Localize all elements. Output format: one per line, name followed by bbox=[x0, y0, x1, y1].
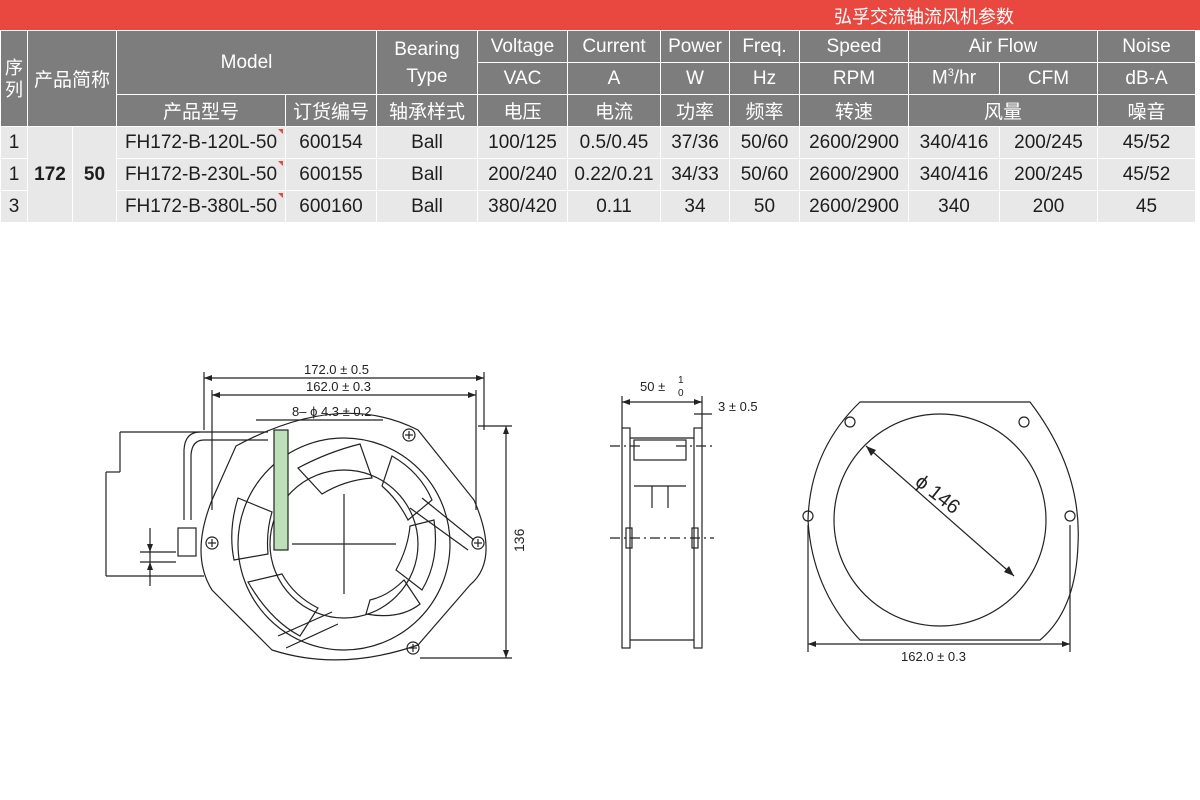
unit-hz: Hz bbox=[729, 62, 800, 95]
dim-depth-lower: 0 bbox=[678, 388, 684, 399]
table-row: 3 FH172-B-380L-50 600160 Ball 380/420 0.… bbox=[0, 190, 1196, 223]
row-m3hr: 340/416 bbox=[908, 158, 1000, 191]
cn-freq: 频率 bbox=[729, 94, 800, 127]
dim-bottom-pitch: 162.0 ± 0.3 bbox=[901, 649, 966, 664]
unit-rpm: RPM bbox=[799, 62, 909, 95]
header-freq: Freq. bbox=[729, 30, 800, 63]
row-m3hr: 340 bbox=[908, 190, 1000, 223]
header-seq: 序列 bbox=[0, 30, 28, 127]
table-title: 弘孚交流轴流风机参数 bbox=[834, 7, 1014, 27]
row-current: 0.5/0.45 bbox=[567, 126, 661, 159]
fan-back-view bbox=[802, 401, 1079, 652]
row-noise: 45 bbox=[1097, 190, 1196, 223]
table-row: 1 172 50 FH172-B-120L-50 600154 Ball 100… bbox=[0, 126, 1196, 223]
row-current: 0.22/0.21 bbox=[567, 158, 661, 191]
short-name-thickness: 50 bbox=[72, 126, 117, 223]
row-model: FH172-B-230L-50 bbox=[116, 158, 286, 191]
row-freq: 50 bbox=[729, 190, 800, 223]
row-voltage: 380/420 bbox=[477, 190, 568, 223]
row-speed: 2600/2900 bbox=[799, 126, 909, 159]
row-cfm: 200/245 bbox=[999, 126, 1098, 159]
dim-hole-pitch: 162.0 ± 0.3 bbox=[306, 379, 371, 394]
dim-flange: 3 ± 0.5 bbox=[718, 399, 758, 414]
dim-overall-width: 172.0 ± 0.5 bbox=[304, 362, 369, 377]
cn-order: 订货编号 bbox=[285, 94, 377, 127]
cn-voltage: 电压 bbox=[477, 94, 568, 127]
unit-m3hr: M3/hr bbox=[908, 62, 1000, 95]
row-seq: 1 bbox=[0, 158, 28, 191]
mounting-hole bbox=[205, 536, 219, 550]
row-order: 600154 bbox=[285, 126, 377, 159]
row-voltage: 100/125 bbox=[477, 126, 568, 159]
row-order: 600160 bbox=[285, 190, 377, 223]
header-bearing-type: Bearing Type bbox=[376, 30, 478, 95]
row-voltage: 200/240 bbox=[477, 158, 568, 191]
title-bar: 弘孚交流轴流风机参数 bbox=[0, 0, 1200, 30]
header-speed: Speed bbox=[799, 30, 909, 63]
row-model: FH172-B-120L-50 bbox=[116, 126, 286, 159]
fan-technical-drawing: 172.0 ± 0.5 162.0 ± 0.3 8– ϕ 4.3 ± 0.2 1… bbox=[105, 362, 1079, 664]
dim-depth: 50 ± bbox=[640, 379, 665, 394]
header-short-name: 产品简称 bbox=[27, 30, 117, 127]
row-power: 34 bbox=[660, 190, 730, 223]
unit-dba: dB-A bbox=[1097, 62, 1196, 95]
row-noise: 45/52 bbox=[1097, 126, 1196, 159]
mounting-hole bbox=[471, 536, 485, 550]
header-power: Power bbox=[660, 30, 730, 63]
row-order: 600155 bbox=[285, 158, 377, 191]
row-seq: 3 bbox=[0, 190, 28, 223]
row-freq: 50/60 bbox=[729, 126, 800, 159]
fan-side-view bbox=[610, 396, 714, 649]
header-voltage: Voltage bbox=[477, 30, 568, 63]
row-noise: 45/52 bbox=[1097, 158, 1196, 191]
row-cfm: 200/245 bbox=[999, 158, 1098, 191]
unit-cfm: CFM bbox=[999, 62, 1098, 95]
mounting-hole bbox=[402, 428, 416, 442]
dim-bore: ϕ 146 bbox=[911, 471, 964, 519]
cn-noise: 噪音 bbox=[1097, 94, 1196, 127]
table-row: 1 FH172-B-230L-50 600155 Ball 200/240 0.… bbox=[0, 158, 1196, 191]
row-power: 34/33 bbox=[660, 158, 730, 191]
cn-bearing: 轴承样式 bbox=[376, 94, 478, 127]
row-speed: 2600/2900 bbox=[799, 190, 909, 223]
row-speed: 2600/2900 bbox=[799, 158, 909, 191]
header-noise: Noise bbox=[1097, 30, 1196, 63]
dim-height: 136 bbox=[511, 528, 527, 552]
cn-current: 电流 bbox=[567, 94, 661, 127]
row-seq: 1 bbox=[0, 126, 28, 159]
dim-holes: 8– ϕ 4.3 ± 0.2 bbox=[292, 404, 371, 419]
header-current: Current bbox=[567, 30, 661, 63]
cn-power: 功率 bbox=[660, 94, 730, 127]
row-bearing: Ball bbox=[376, 158, 478, 191]
row-bearing: Ball bbox=[376, 190, 478, 223]
row-freq: 50/60 bbox=[729, 158, 800, 191]
row-model: FH172-B-380L-50 bbox=[116, 190, 286, 223]
row-m3hr: 340/416 bbox=[908, 126, 1000, 159]
row-power: 37/36 bbox=[660, 126, 730, 159]
unit-vac: VAC bbox=[477, 62, 568, 95]
cn-airflow: 风量 bbox=[908, 94, 1098, 127]
short-name-size: 172 bbox=[27, 126, 73, 223]
row-cfm: 200 bbox=[999, 190, 1098, 223]
row-current: 0.11 bbox=[567, 190, 661, 223]
header-airflow: Air Flow bbox=[908, 30, 1098, 63]
unit-w: W bbox=[660, 62, 730, 95]
unit-a: A bbox=[567, 62, 661, 95]
spec-table: 序列 产品简称 Model Bearing Type Voltage Curre… bbox=[0, 30, 1196, 223]
header-model: Model bbox=[116, 30, 377, 95]
cn-speed: 转速 bbox=[799, 94, 909, 127]
row-bearing: Ball bbox=[376, 126, 478, 159]
dim-depth-upper: 1 bbox=[678, 375, 684, 386]
cn-model: 产品型号 bbox=[116, 94, 286, 127]
